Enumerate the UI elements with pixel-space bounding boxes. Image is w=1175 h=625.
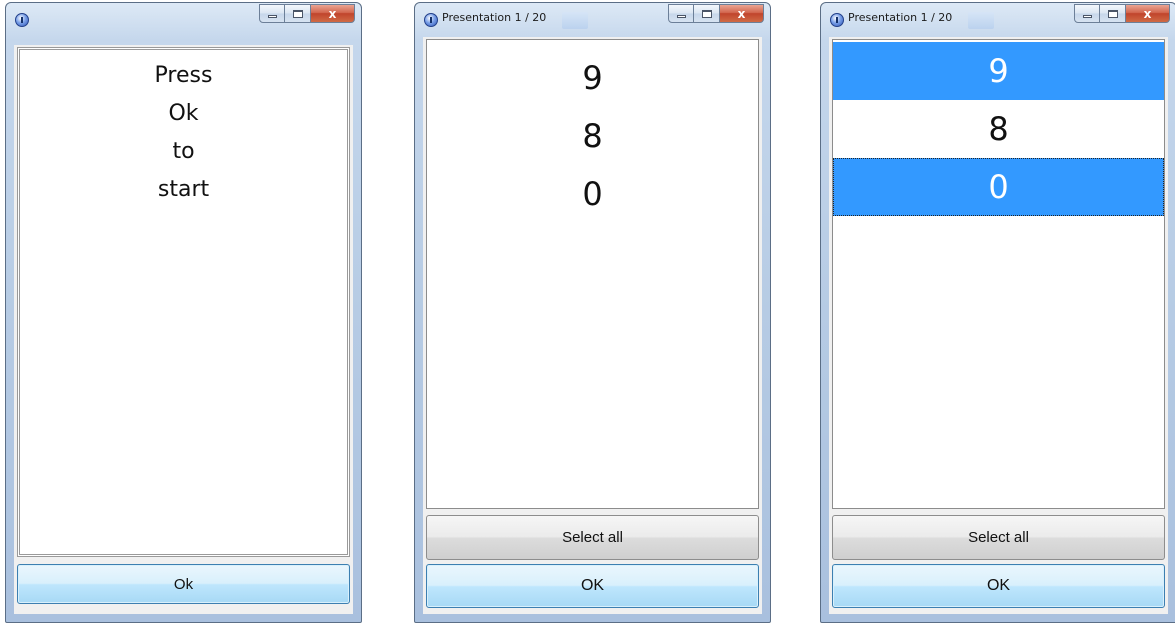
maximize-button[interactable] [694,4,720,23]
minimize-icon [676,15,686,18]
window-title: Presentation 1 / 20 [848,11,953,24]
close-icon: x [1143,6,1152,21]
info-app-icon [424,13,438,27]
close-icon: x [737,6,746,21]
number-list[interactable]: 9 8 0 [426,39,759,509]
window-client: 9 8 0 Select all OK [423,37,762,614]
window-client: Press Ok to start Ok [14,45,353,614]
prompt-panel: Press Ok to start [17,47,350,557]
presentation-window-selected: Presentation 1 / 20 x 9 8 0 Select all O… [820,2,1175,623]
caption-buttons: x [1074,4,1170,24]
select-all-button[interactable]: Select all [426,515,759,560]
close-button[interactable]: x [720,4,764,23]
number-list[interactable]: 9 8 0 [832,39,1165,509]
info-app-icon [15,13,29,27]
maximize-icon [701,9,712,18]
maximize-button[interactable] [1100,4,1126,23]
title-glass-highlight [968,12,994,29]
window-title: Presentation 1 / 20 [442,11,547,24]
minimize-icon [267,15,277,18]
info-app-icon [830,13,844,27]
minimize-button[interactable] [668,4,694,23]
prompt-line: start [157,176,210,202]
caption-buttons: x [668,4,764,24]
maximize-icon [1107,9,1118,18]
window-client: 9 8 0 Select all OK [829,37,1168,614]
presentation-window: Presentation 1 / 20 x 9 8 0 Select all O… [414,2,771,623]
title-bar[interactable]: x [6,3,361,37]
close-button[interactable]: x [1126,4,1170,23]
close-icon: x [328,6,337,21]
minimize-button[interactable] [1074,4,1100,23]
list-item[interactable]: 0 [427,165,758,223]
maximize-icon [292,9,303,18]
list-item[interactable]: 8 [833,100,1164,158]
list-item-selected-focused[interactable]: 0 [833,158,1164,216]
ok-button[interactable]: OK [832,564,1165,608]
prompt-line: to [172,138,195,164]
title-glass-highlight [562,12,588,29]
maximize-button[interactable] [285,4,311,23]
list-item-selected[interactable]: 9 [833,42,1164,100]
title-bar[interactable]: Presentation 1 / 20 x [821,3,1175,37]
caption-buttons: x [259,4,355,24]
title-bar[interactable]: Presentation 1 / 20 x [415,3,770,37]
list-item[interactable]: 8 [427,107,758,165]
close-button[interactable]: x [311,4,355,23]
minimize-icon [1082,15,1092,18]
list-item[interactable]: 9 [427,49,758,107]
select-all-button[interactable]: Select all [832,515,1165,560]
prompt-line: Press [154,62,213,88]
ok-button[interactable]: Ok [17,564,350,604]
minimize-button[interactable] [259,4,285,23]
prompt-line: Ok [168,100,199,126]
ok-button[interactable]: OK [426,564,759,608]
start-window: x Press Ok to start Ok [5,2,362,623]
